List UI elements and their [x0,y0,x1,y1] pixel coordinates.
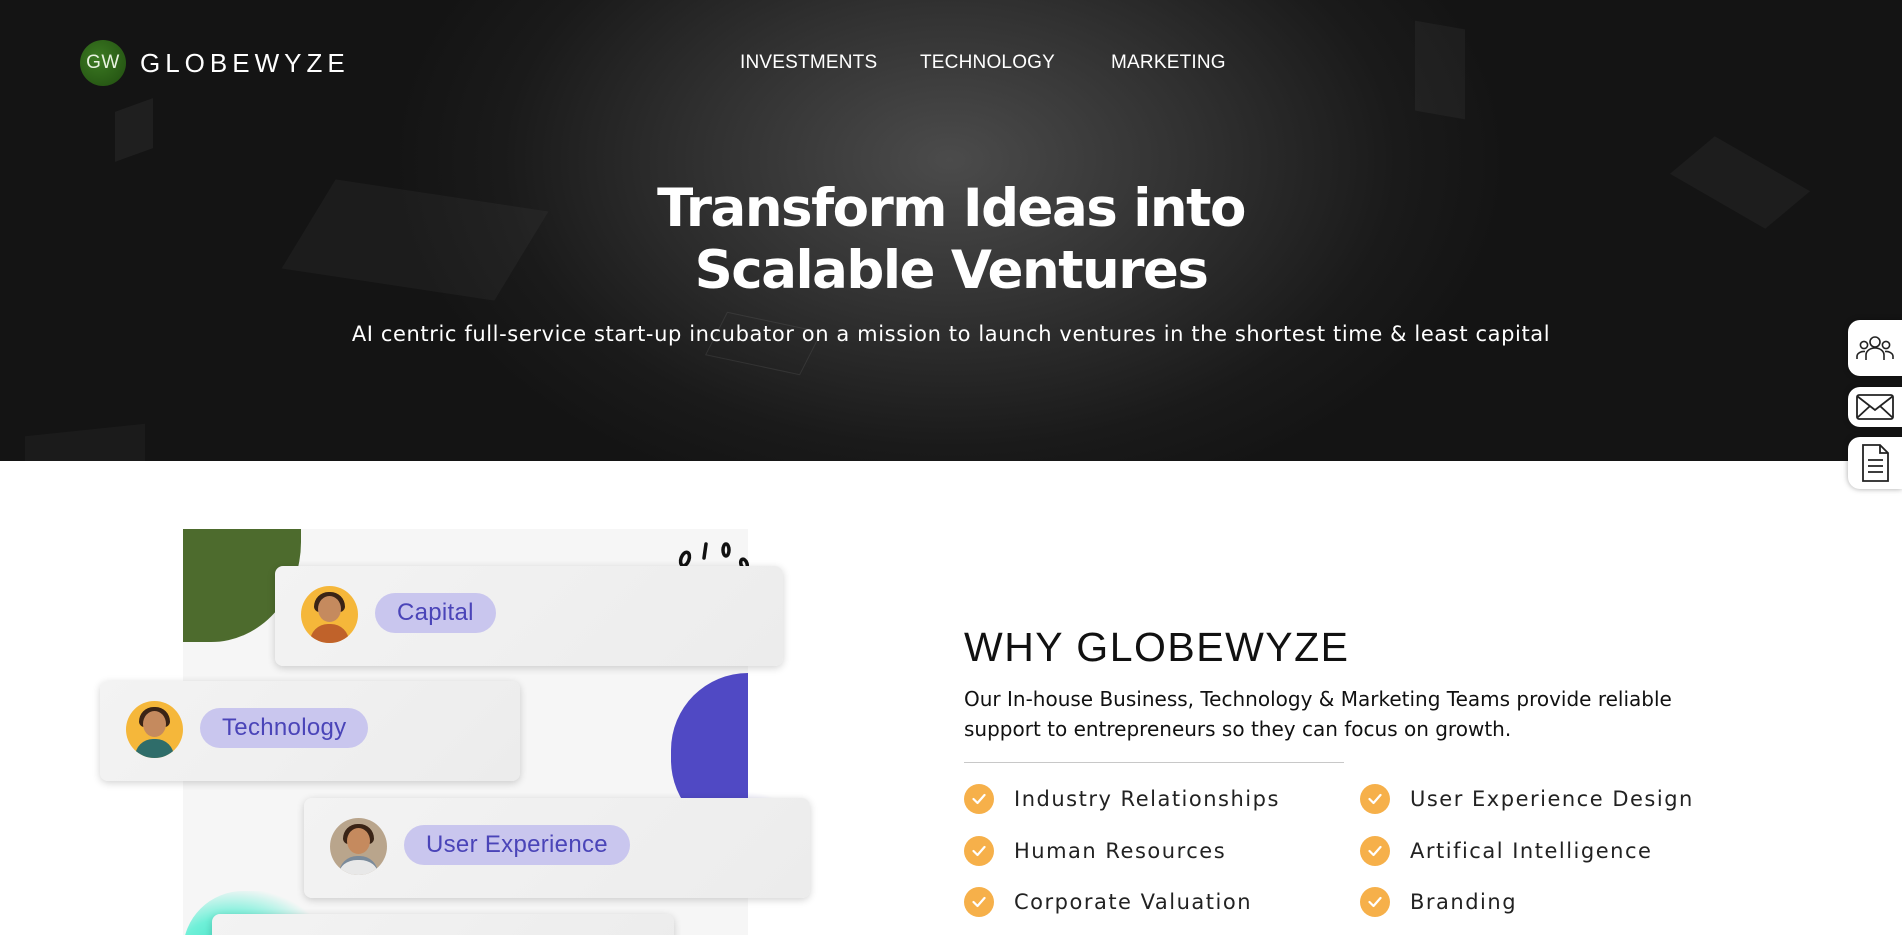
avatar [126,701,183,758]
feature-item: Branding [1360,887,1517,917]
feature-item: Human Resources [964,836,1226,866]
divider [964,762,1344,763]
feature-label: Corporate Valuation [1014,890,1252,914]
feature-label: Human Resources [1014,839,1227,863]
hero-title: Transform Ideas into Scalable Ventures [0,178,1902,302]
user-experience-card: User Experience [304,798,810,898]
user-experience-pill: User Experience [404,825,630,865]
feature-illustration: Capital Technology User Experience [0,461,900,935]
avatar [301,586,358,643]
capital-card: Capital [275,566,783,666]
hero-section: GW GLOBEWYZE INVESTMENTS TECHNOLOGY MARK… [0,0,1902,461]
feature-item: Artifical Intelligence [1360,836,1652,866]
technology-pill: Technology [200,708,369,748]
feature-label: Artifical Intelligence [1410,839,1653,863]
squiggle-decoration [678,542,750,571]
check-icon [1360,836,1390,866]
nav-marketing[interactable]: MARKETING [1111,52,1226,74]
team-icon [1856,336,1894,360]
feature-label: User Experience Design [1410,787,1694,811]
feature-label: Industry Relationships [1014,787,1280,811]
why-title: WHY GLOBEWYZE [964,624,1350,670]
partial-card [212,914,674,935]
hero-title-line1: Transform Ideas into [657,178,1246,239]
check-icon [1360,784,1390,814]
decor-shape [115,98,153,162]
document-icon [1862,444,1889,482]
document-button[interactable] [1848,437,1902,489]
feature-item: Corporate Valuation [964,887,1252,917]
team-button[interactable] [1848,320,1902,376]
decor-shape [25,424,145,461]
avatar [330,818,387,875]
why-description: Our In-house Business, Technology & Mark… [964,687,1672,741]
nav-technology[interactable]: TECHNOLOGY [920,52,1055,74]
mail-icon [1856,394,1894,420]
feature-label: Branding [1410,890,1518,914]
nav-investments[interactable]: INVESTMENTS [740,52,877,74]
check-icon [964,887,994,917]
check-icon [964,784,994,814]
mail-button[interactable] [1848,387,1902,427]
check-icon [1360,887,1390,917]
feature-item: User Experience Design [1360,784,1694,814]
capital-pill: Capital [375,593,496,633]
feature-item: Industry Relationships [964,784,1280,814]
main-nav: INVESTMENTS TECHNOLOGY MARKETING [0,52,1902,82]
hero-title-line2: Scalable Ventures [694,240,1209,301]
hero-subtitle: AI centric full-service start-up incubat… [351,322,1551,346]
check-icon [964,836,994,866]
technology-card: Technology [100,681,520,781]
